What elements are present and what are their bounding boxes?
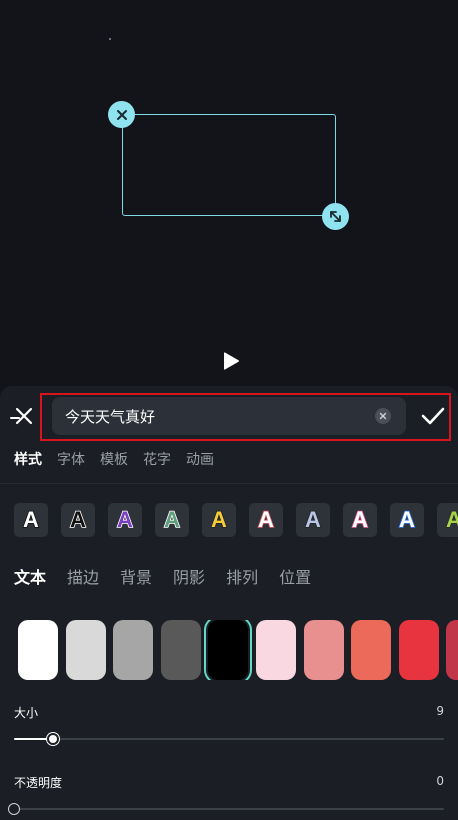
style-preset-row: AAAAAAAAAA [14, 503, 458, 537]
tab-template[interactable]: 模板 [100, 448, 128, 472]
opacity-label: 不透明度 [14, 776, 63, 790]
subtab-background[interactable]: 背景 [120, 566, 152, 590]
subtab-shadow[interactable]: 阴影 [173, 566, 205, 590]
tab-font[interactable]: 字体 [57, 448, 85, 472]
opacity-row: 不透明度 0 [14, 774, 444, 792]
color-swatch[interactable] [256, 620, 296, 680]
subtab-position[interactable]: 位置 [279, 566, 311, 590]
close-icon [15, 407, 33, 425]
subtab-stroke[interactable]: 描边 [67, 566, 99, 590]
preset-glyph: A [163, 506, 180, 533]
clear-icon [379, 412, 387, 420]
style-preset[interactable]: A [108, 503, 142, 537]
text-bounding-box[interactable] [122, 114, 336, 216]
opacity-slider-track [14, 808, 444, 810]
style-preset[interactable]: A [343, 503, 377, 537]
size-row: 大小 9 [14, 704, 444, 722]
text-input[interactable] [65, 397, 365, 435]
color-swatch-row [16, 620, 458, 680]
color-swatch[interactable] [113, 620, 154, 680]
checkmark-icon [421, 407, 445, 425]
style-preset[interactable]: A [249, 503, 283, 537]
play-button[interactable] [219, 349, 243, 373]
color-swatch[interactable] [208, 620, 249, 680]
close-panel-button[interactable] [12, 404, 36, 428]
subtab-arrange[interactable]: 排列 [226, 566, 258, 590]
clear-text-button[interactable] [375, 408, 391, 424]
tab-fancy-text[interactable]: 花字 [143, 448, 171, 472]
style-subtabs: 文本 描边 背景 阴影 排列 位置 [14, 566, 332, 590]
subtab-text[interactable]: 文本 [14, 566, 46, 590]
style-preset[interactable]: A [390, 503, 424, 537]
size-slider-thumb[interactable] [46, 733, 59, 745]
text-input-field[interactable] [52, 397, 406, 435]
style-preset[interactable]: A [61, 503, 95, 537]
opacity-slider-thumb[interactable] [8, 803, 20, 815]
size-slider[interactable] [14, 732, 444, 746]
video-preview [0, 0, 458, 386]
color-swatch[interactable] [446, 620, 458, 680]
style-preset[interactable]: A [14, 503, 48, 537]
confirm-button[interactable] [420, 403, 446, 429]
preset-glyph: A [398, 506, 415, 533]
size-label: 大小 [14, 706, 39, 720]
opacity-value: 0 [436, 774, 444, 788]
color-swatch[interactable] [303, 620, 344, 680]
tabs-divider [0, 483, 458, 484]
color-swatch[interactable] [160, 620, 201, 680]
style-preset[interactable]: A [437, 503, 458, 537]
preset-glyph: A [210, 506, 227, 533]
preset-glyph: A [116, 506, 133, 533]
color-swatch[interactable] [398, 620, 439, 680]
resize-arrows-icon [330, 211, 341, 222]
active-tab-indicator [10, 417, 20, 419]
color-swatch[interactable] [351, 620, 392, 680]
size-value: 9 [436, 704, 444, 718]
close-icon [116, 109, 127, 120]
preset-glyph: A [69, 506, 86, 533]
play-icon [224, 352, 239, 370]
size-slider-track [14, 738, 444, 740]
color-swatch[interactable] [18, 620, 58, 680]
style-preset[interactable]: A [296, 503, 330, 537]
preset-glyph: A [351, 506, 368, 533]
delete-text-handle[interactable] [108, 101, 135, 128]
preset-glyph: A [445, 506, 458, 533]
preset-glyph: A [257, 506, 274, 533]
scale-rotate-handle[interactable] [322, 203, 349, 230]
text-edit-panel: 样式 字体 模板 花字 动画 A A A A A A A A A A 文本 描边 背景 阴影 排列… [0, 386, 458, 820]
tab-style[interactable]: 样式 [14, 448, 42, 472]
tab-animation[interactable]: 动画 [186, 448, 214, 472]
editor-tabs: 样式 字体 模板 花字 动画 [14, 448, 229, 478]
preview-speck [109, 38, 111, 40]
style-preset[interactable]: A [202, 503, 236, 537]
preset-glyph: A [304, 506, 321, 533]
opacity-slider[interactable] [8, 802, 444, 816]
preset-glyph: A [22, 506, 39, 533]
style-preset[interactable]: A [155, 503, 189, 537]
color-swatch[interactable] [65, 620, 106, 680]
